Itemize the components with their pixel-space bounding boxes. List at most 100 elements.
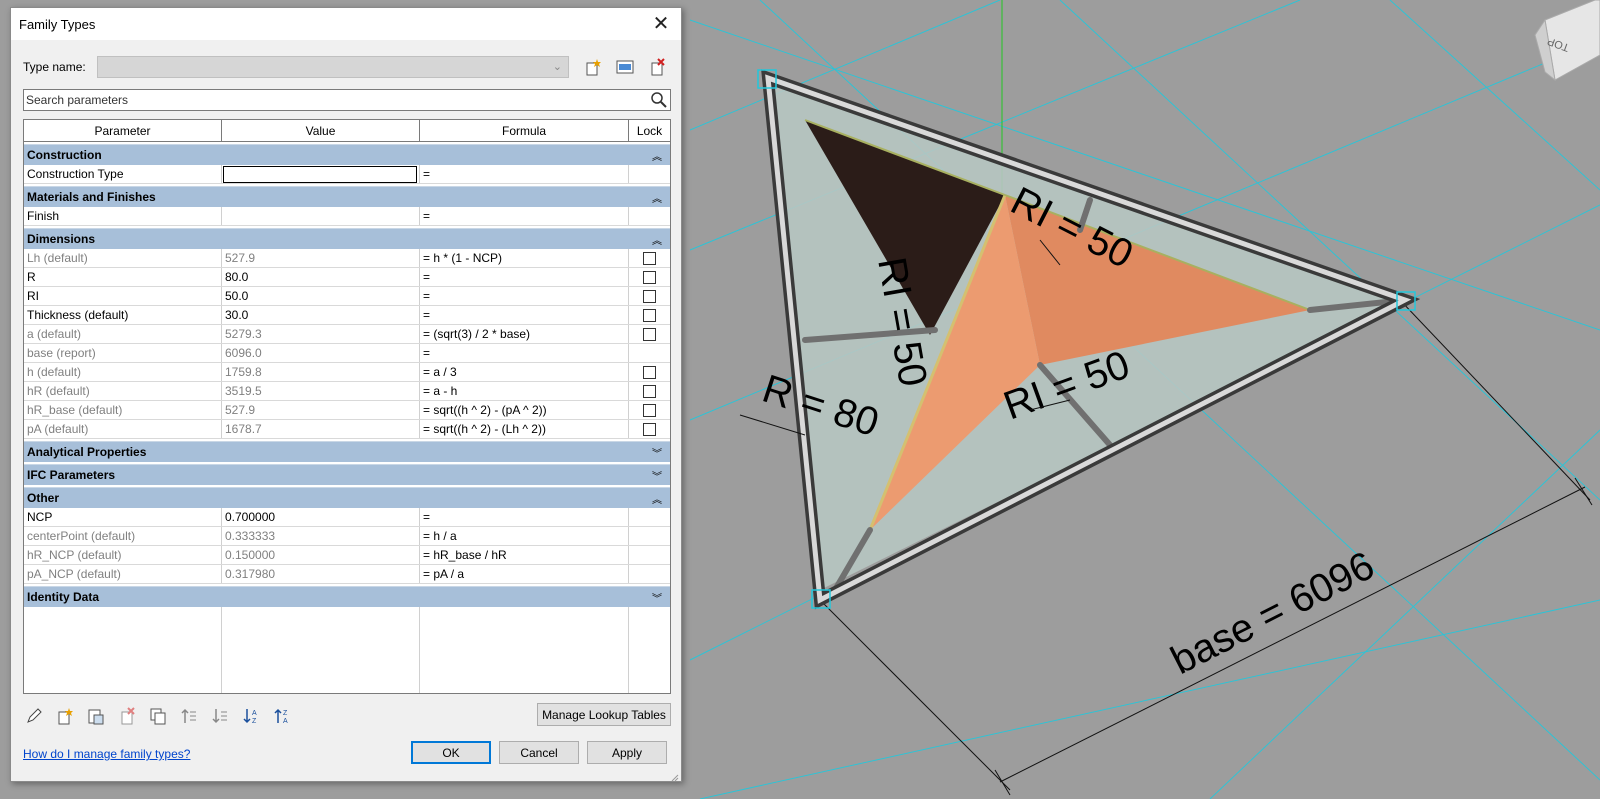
parameter-value[interactable]: 3519.5 [222,382,420,400]
group-header[interactable]: Construction ︽ [24,144,670,165]
lock-checkbox[interactable] [643,365,656,379]
collapse-chevron-icon[interactable]: ︽ [652,491,662,506]
parameter-formula[interactable]: = h / a [420,527,629,545]
delete-parameter-icon[interactable] [116,705,138,727]
manage-lookup-tables-button[interactable]: Manage Lookup Tables [537,703,671,726]
parameter-value[interactable]: 5279.3 [222,325,420,343]
parameter-value[interactable]: 30.0 [222,306,420,324]
parameter-value[interactable]: 80.0 [222,268,420,286]
column-lock[interactable]: Lock [629,120,670,141]
expand-chevron-icon[interactable]: ︾ [652,590,662,605]
parameter-formula[interactable]: = [420,268,629,286]
value-edit-box[interactable] [223,165,417,183]
duplicate-parameter-icon[interactable] [147,705,169,727]
parameter-formula[interactable]: = a - h [420,382,629,400]
lock-cell[interactable] [629,401,670,419]
edit-pencil-icon[interactable] [23,705,45,727]
close-icon[interactable]: ✕ [649,14,673,34]
resize-grip-icon[interactable] [669,769,679,782]
parameter-value[interactable]: 0.317980 [222,565,420,583]
column-value[interactable]: Value [222,120,420,141]
parameter-formula[interactable]: = (sqrt(3) / 2 * base) [420,325,629,343]
lock-checkbox[interactable] [643,251,656,265]
lock-cell[interactable] [629,306,670,324]
group-name: Analytical Properties [27,445,147,459]
parameter-value[interactable]: 0.700000 [222,508,420,526]
column-formula[interactable]: Formula [420,120,629,141]
parameter-value[interactable]: 1678.7 [222,420,420,438]
expand-chevron-icon[interactable]: ︾ [652,468,662,483]
new-type-icon[interactable] [583,57,603,77]
parameter-value[interactable] [222,207,420,225]
lock-checkbox[interactable] [643,384,656,398]
collapse-chevron-icon[interactable]: ︽ [652,190,662,205]
ok-button[interactable]: OK [411,741,491,764]
lock-cell[interactable] [629,325,670,343]
parameter-formula[interactable]: = [420,306,629,324]
lock-cell[interactable] [629,382,670,400]
empty-cell [222,607,420,693]
parameter-name: centerPoint (default) [24,527,222,545]
parameter-value[interactable] [222,165,420,183]
lock-cell[interactable] [629,287,670,305]
parameter-value[interactable]: 50.0 [222,287,420,305]
parameter-formula[interactable]: = pA / a [420,565,629,583]
group-header[interactable]: Dimensions ︽ [24,228,670,249]
sort-descending-icon[interactable]: ZA [271,705,293,727]
lock-cell[interactable] [629,420,670,438]
parameter-formula[interactable]: = sqrt((h ^ 2) - (Lh ^ 2)) [420,420,629,438]
parameter-value[interactable]: 0.150000 [222,546,420,564]
delete-type-icon[interactable] [647,57,667,77]
parameter-name: Lh (default) [24,249,222,267]
group-name: Identity Data [27,590,100,604]
parameter-formula[interactable]: = a / 3 [420,363,629,381]
parameter-name: Construction Type [24,165,222,183]
apply-button[interactable]: Apply [587,741,667,764]
lock-checkbox[interactable] [643,289,656,303]
sort-ascending-icon[interactable]: AZ [240,705,262,727]
group-header[interactable]: IFC Parameters ︾ [24,464,670,485]
parameter-value[interactable]: 6096.0 [222,344,420,362]
parameter-formula[interactable]: = sqrt((h ^ 2) - (pA ^ 2)) [420,401,629,419]
lock-checkbox[interactable] [643,270,656,284]
column-parameter[interactable]: Parameter [24,120,222,141]
parameter-value[interactable]: 527.9 [222,401,420,419]
parameter-formula[interactable]: = [420,165,629,183]
move-up-icon[interactable] [178,705,200,727]
collapse-chevron-icon[interactable]: ︽ [652,148,662,163]
lock-cell[interactable] [629,249,670,267]
lock-cell[interactable] [629,268,670,286]
lock-checkbox[interactable] [643,403,656,417]
parameter-formula[interactable]: = hR_base / hR [420,546,629,564]
group-header[interactable]: Other ︽ [24,487,670,508]
parameter-formula[interactable]: = [420,287,629,305]
chevron-down-icon: ⌄ [552,61,562,73]
search-parameters-box[interactable] [23,89,671,111]
view-cube[interactable]: TOP [1534,0,1600,82]
shared-parameters-icon[interactable] [85,705,107,727]
help-link[interactable]: How do I manage family types? [23,747,190,761]
expand-chevron-icon[interactable]: ︾ [652,445,662,460]
lock-cell[interactable] [629,363,670,381]
parameter-value[interactable]: 1759.8 [222,363,420,381]
lock-checkbox[interactable] [643,422,656,436]
type-name-dropdown[interactable]: ⌄ [97,56,569,78]
parameter-formula[interactable]: = [420,508,629,526]
rename-type-icon[interactable] [615,57,635,77]
parameter-value[interactable]: 527.9 [222,249,420,267]
group-header[interactable]: Analytical Properties ︾ [24,441,670,462]
parameter-formula[interactable]: = h * (1 - NCP) [420,249,629,267]
group-header[interactable]: Materials and Finishes ︽ [24,186,670,207]
new-parameter-icon[interactable] [54,705,76,727]
search-icon[interactable] [650,91,668,114]
parameter-formula[interactable]: = [420,207,629,225]
group-header[interactable]: Identity Data ︾ [24,586,670,607]
collapse-chevron-icon[interactable]: ︽ [652,232,662,247]
cancel-button[interactable]: Cancel [499,741,579,764]
lock-checkbox[interactable] [643,327,656,341]
move-down-icon[interactable] [209,705,231,727]
parameter-formula[interactable]: = [420,344,629,362]
search-input[interactable] [24,90,624,110]
parameter-value[interactable]: 0.333333 [222,527,420,545]
lock-checkbox[interactable] [643,308,656,322]
